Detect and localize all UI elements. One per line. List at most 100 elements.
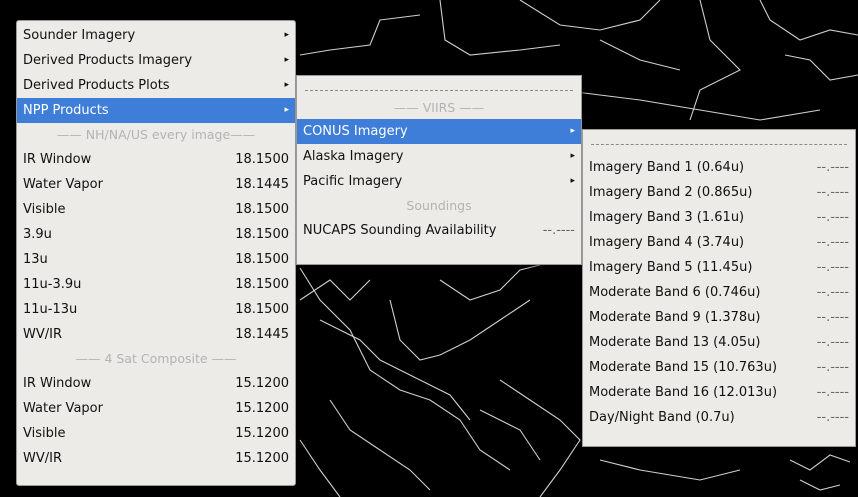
menu-item-label: Visible (23, 202, 66, 217)
menu-item-wv-ir[interactable]: WV/IR 18.1445 (17, 322, 295, 347)
submenu-arrow-icon: ▸ (570, 151, 575, 161)
menu-item-label: 11u-3.9u (23, 277, 82, 292)
menu-item-sounder-imagery[interactable]: Sounder Imagery ▸ (17, 23, 295, 48)
menu-item-moderate-band-6[interactable]: Moderate Band 6 (0.746u) --.---- (583, 280, 855, 305)
menu-item-moderate-band-13[interactable]: Moderate Band 13 (4.05u) --.---- (583, 330, 855, 355)
menu-item-imagery-band-3[interactable]: Imagery Band 3 (1.61u) --.---- (583, 205, 855, 230)
timestamp-value: --.---- (542, 223, 575, 238)
menu-item-label: Water Vapor (23, 401, 103, 416)
menu-item-label: NPP Products (23, 103, 109, 118)
menu-item-label: Alaska Imagery (303, 149, 404, 164)
timestamp-value: 18.1500 (235, 252, 289, 267)
menu-item-composite-ir-window[interactable]: IR Window 15.1200 (17, 371, 295, 396)
menu-item-composite-water-vapor[interactable]: Water Vapor 15.1200 (17, 396, 295, 421)
menu-item-label: WV/IR (23, 327, 62, 342)
menu-item-label: Sounder Imagery (23, 28, 136, 43)
menu-item-water-vapor[interactable]: Water Vapor 18.1445 (17, 172, 295, 197)
menu-item-ir-window[interactable]: IR Window 18.1500 (17, 147, 295, 172)
timestamp-value: --.---- (816, 360, 849, 375)
menu-item-label: IR Window (23, 376, 92, 391)
timestamp-value: --.---- (816, 185, 849, 200)
section-title-4-sat-composite: —— 4 Sat Composite —— (75, 351, 237, 366)
submenu-arrow-icon: ▸ (284, 30, 289, 40)
menu-item-nucaps-sounding-availability[interactable]: NUCAPS Sounding Availability --.---- (297, 218, 581, 243)
menu-item-derived-products-imagery[interactable]: Derived Products Imagery ▸ (17, 48, 295, 73)
menu-item-visible[interactable]: Visible 18.1500 (17, 197, 295, 222)
menu-item-imagery-band-4[interactable]: Imagery Band 4 (3.74u) --.---- (583, 230, 855, 255)
menu-item-label: Imagery Band 1 (0.64u) (589, 160, 745, 175)
menu-item-moderate-band-9[interactable]: Moderate Band 9 (1.378u) --.---- (583, 305, 855, 330)
timestamp-value: 15.1200 (235, 426, 289, 441)
timestamp-value: 15.1200 (235, 451, 289, 466)
tear-off-separator[interactable] (591, 130, 847, 145)
menu-item-label: 13u (23, 252, 48, 267)
menu-item-label: CONUS Imagery (303, 124, 408, 139)
menu-item-conus-imagery[interactable]: CONUS Imagery ▸ (297, 119, 581, 144)
tear-off-separator[interactable] (305, 76, 573, 91)
menu-item-label: Moderate Band 6 (0.746u) (589, 285, 761, 300)
submenu-arrow-icon: ▸ (570, 176, 575, 186)
menu-item-label: IR Window (23, 152, 92, 167)
timestamp-value: --.---- (816, 210, 849, 225)
timestamp-value: 18.1445 (235, 177, 289, 192)
timestamp-value: 18.1500 (235, 152, 289, 167)
menu-item-11u-3-9u[interactable]: 11u-3.9u 18.1500 (17, 272, 295, 297)
timestamp-value: 18.1445 (235, 327, 289, 342)
timestamp-value: --.---- (816, 285, 849, 300)
menu-item-alaska-imagery[interactable]: Alaska Imagery ▸ (297, 144, 581, 169)
menu-item-label: 3.9u (23, 227, 52, 242)
menu-item-label: Moderate Band 15 (10.763u) (589, 360, 778, 375)
menu-item-11u-13u[interactable]: 11u-13u 18.1500 (17, 297, 295, 322)
timestamp-value: 18.1500 (235, 302, 289, 317)
timestamp-value: --.---- (816, 260, 849, 275)
submenu-arrow-icon: ▸ (284, 55, 289, 65)
main-menu: Sounder Imagery ▸ Derived Products Image… (16, 20, 296, 486)
submenu-arrow-icon: ▸ (284, 80, 289, 90)
menu-item-npp-products[interactable]: NPP Products ▸ (17, 98, 295, 123)
menu-item-label: Moderate Band 9 (1.378u) (589, 310, 761, 325)
submenu-arrow-icon: ▸ (570, 126, 575, 136)
menu-item-label: Imagery Band 3 (1.61u) (589, 210, 745, 225)
menu-item-label: Day/Night Band (0.7u) (589, 410, 735, 425)
timestamp-value: 18.1500 (235, 277, 289, 292)
menu-item-label: Pacific Imagery (303, 174, 403, 189)
menu-item-label: Imagery Band 2 (0.865u) (589, 185, 753, 200)
timestamp-value: 18.1500 (235, 202, 289, 217)
timestamp-value: 18.1500 (235, 227, 289, 242)
menu-item-label: Moderate Band 13 (4.05u) (589, 335, 761, 350)
menu-item-label: Water Vapor (23, 177, 103, 192)
timestamp-value: --.---- (816, 310, 849, 325)
menu-item-day-night-band[interactable]: Day/Night Band (0.7u) --.---- (583, 405, 855, 430)
npp-products-submenu: —— VIIRS —— CONUS Imagery ▸ Alaska Image… (296, 75, 582, 265)
menu-item-13u[interactable]: 13u 18.1500 (17, 247, 295, 272)
menu-item-label: Imagery Band 5 (11.45u) (589, 260, 753, 275)
timestamp-value: --.---- (816, 160, 849, 175)
menu-item-moderate-band-15[interactable]: Moderate Band 15 (10.763u) --.---- (583, 355, 855, 380)
menu-item-imagery-band-5[interactable]: Imagery Band 5 (11.45u) --.---- (583, 255, 855, 280)
menu-item-label: Moderate Band 16 (12.013u) (589, 385, 778, 400)
menu-item-derived-products-plots[interactable]: Derived Products Plots ▸ (17, 73, 295, 98)
menu-item-label: Imagery Band 4 (3.74u) (589, 235, 745, 250)
timestamp-value: --.---- (816, 335, 849, 350)
menu-item-3-9u[interactable]: 3.9u 18.1500 (17, 222, 295, 247)
menu-item-label: Derived Products Plots (23, 78, 170, 93)
submenu-arrow-icon: ▸ (284, 105, 289, 115)
menu-item-pacific-imagery[interactable]: Pacific Imagery ▸ (297, 169, 581, 194)
menu-item-composite-wv-ir[interactable]: WV/IR 15.1200 (17, 446, 295, 471)
section-title-soundings: Soundings (406, 198, 472, 213)
section-title-nh-na-us: —— NH/NA/US every image—— (56, 127, 256, 142)
menu-item-label: Derived Products Imagery (23, 53, 193, 68)
timestamp-value: --.---- (816, 235, 849, 250)
timestamp-value: --.---- (816, 385, 849, 400)
timestamp-value: 15.1200 (235, 376, 289, 391)
menu-item-label: Visible (23, 426, 66, 441)
menu-item-imagery-band-1[interactable]: Imagery Band 1 (0.64u) --.---- (583, 155, 855, 180)
section-title-viirs: —— VIIRS —— (393, 100, 485, 115)
conus-imagery-submenu: Imagery Band 1 (0.64u) --.---- Imagery B… (582, 129, 856, 447)
menu-item-composite-visible[interactable]: Visible 15.1200 (17, 421, 295, 446)
menu-item-moderate-band-16[interactable]: Moderate Band 16 (12.013u) --.---- (583, 380, 855, 405)
timestamp-value: 15.1200 (235, 401, 289, 416)
timestamp-value: --.---- (816, 410, 849, 425)
menu-item-imagery-band-2[interactable]: Imagery Band 2 (0.865u) --.---- (583, 180, 855, 205)
menu-item-label: NUCAPS Sounding Availability (303, 223, 497, 238)
